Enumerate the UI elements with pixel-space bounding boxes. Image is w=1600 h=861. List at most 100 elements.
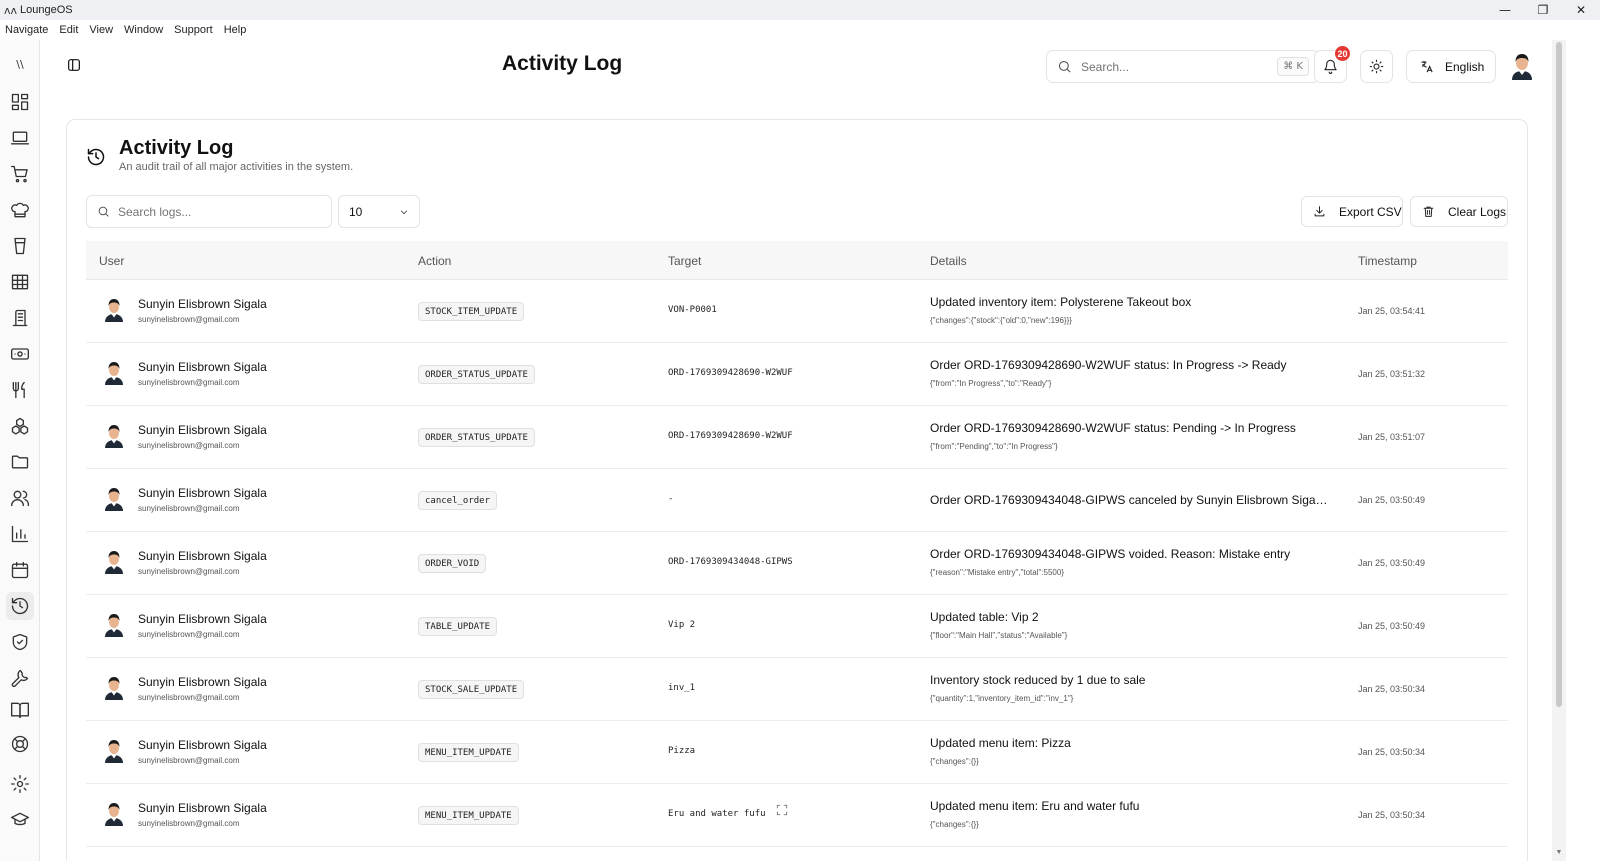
lifebuoy-icon[interactable]: [6, 730, 34, 758]
clear-logs-label: Clear Logs: [1448, 204, 1507, 219]
sidebar: \\: [0, 40, 40, 861]
user-email: sunyinelisbrown@gmail.com: [138, 819, 240, 828]
menu-help[interactable]: Help: [224, 24, 247, 36]
language-button[interactable]: English: [1406, 50, 1496, 83]
table-row[interactable]: Sunyin Elisbrown Sigala sunyinelisbrown@…: [86, 658, 1508, 721]
menu-support[interactable]: Support: [174, 24, 213, 36]
detail-json: {"quantity":1,"inventory_item_id":"inv_1…: [930, 694, 1074, 703]
detail-message: Updated menu item: Eru and water fufu: [930, 799, 1140, 813]
page-size-select[interactable]: 10: [338, 195, 420, 228]
timestamp: Jan 25, 03:50:34: [1358, 810, 1426, 820]
action-badge: ORDER_STATUS_UPDATE: [418, 365, 535, 384]
global-search-input[interactable]: [1081, 59, 1261, 74]
target-value: ORD-1769309428690-W2WUF: [668, 368, 793, 378]
user-email: sunyinelisbrown@gmail.com: [138, 441, 240, 450]
card-subtitle: An audit trail of all major activities i…: [119, 161, 354, 173]
user-email: sunyinelisbrown@gmail.com: [138, 504, 240, 513]
scrollbar-thumb[interactable]: [1556, 42, 1562, 707]
inventory-icon[interactable]: [6, 412, 34, 440]
column-action[interactable]: Action: [418, 254, 451, 268]
column-details[interactable]: Details: [930, 254, 967, 268]
detail-json: {"changes":{"stock":{"old":0,"new":196}}…: [930, 316, 1072, 325]
book-icon[interactable]: [6, 696, 34, 724]
user-name: Sunyin Elisbrown Sigala: [138, 297, 267, 311]
receipt-icon[interactable]: [6, 304, 34, 332]
target-value: -: [668, 494, 674, 504]
user-name: Sunyin Elisbrown Sigala: [138, 423, 267, 437]
user-avatar[interactable]: [1509, 52, 1535, 80]
search-shortcut-badge: ⌘ K: [1277, 57, 1309, 76]
sidebar-collapse-icon[interactable]: \\: [6, 50, 34, 78]
translate-icon: [1421, 60, 1433, 73]
timestamp: Jan 25, 03:51:32: [1358, 369, 1426, 379]
table-row[interactable]: Sunyin Elisbrown Sigala sunyinelisbrown@…: [86, 721, 1508, 784]
payment-icon[interactable]: [6, 340, 34, 368]
wrench-icon[interactable]: [6, 664, 34, 692]
search-icon: [1058, 60, 1071, 73]
user-email: sunyinelisbrown@gmail.com: [138, 315, 240, 324]
maximize-icon[interactable]: ❐: [1524, 0, 1562, 20]
scroll-down-icon[interactable]: ▼: [1554, 849, 1564, 859]
user-email: sunyinelisbrown@gmail.com: [138, 693, 240, 702]
menu-bar: Navigate Edit View Window Support Help: [0, 20, 1600, 40]
menu-edit[interactable]: Edit: [59, 24, 78, 36]
detail-message: Updated table: Vip 2: [930, 610, 1039, 624]
minimize-icon[interactable]: —: [1486, 0, 1524, 20]
user-name: Sunyin Elisbrown Sigala: [138, 612, 267, 626]
table-row[interactable]: Sunyin Elisbrown Sigala sunyinelisbrown@…: [86, 532, 1508, 595]
global-search[interactable]: ⌘ K: [1046, 50, 1320, 83]
table-row[interactable]: Sunyin Elisbrown Sigala sunyinelisbrown@…: [86, 343, 1508, 406]
action-badge: TABLE_UPDATE: [418, 617, 498, 636]
download-icon: [1314, 206, 1325, 217]
column-user[interactable]: User: [99, 254, 124, 268]
table-row[interactable]: Sunyin Elisbrown Sigala sunyinelisbrown@…: [86, 406, 1508, 469]
avatar: [103, 549, 125, 574]
chef-hat-icon[interactable]: [6, 196, 34, 224]
history-icon[interactable]: [6, 592, 34, 620]
table-row[interactable]: Sunyin Elisbrown Sigala sunyinelisbrown@…: [86, 595, 1508, 658]
table-row[interactable]: Sunyin Elisbrown Sigala sunyinelisbrown@…: [86, 784, 1508, 847]
cart-icon[interactable]: [6, 160, 34, 188]
detail-json: {"floor":"Main Hall","status":"Available…: [930, 631, 1068, 640]
action-badge: MENU_ITEM_UPDATE: [418, 743, 519, 762]
users-icon[interactable]: [6, 484, 34, 512]
user-email: sunyinelisbrown@gmail.com: [138, 756, 240, 765]
clear-logs-button[interactable]: Clear Logs: [1410, 196, 1508, 227]
scrollbar[interactable]: ▼: [1552, 40, 1566, 861]
utensils-icon[interactable]: [6, 376, 34, 404]
chart-icon[interactable]: [6, 520, 34, 548]
timestamp: Jan 25, 03:51:07: [1358, 432, 1426, 442]
theme-toggle-button[interactable]: [1360, 50, 1393, 83]
menu-view[interactable]: View: [89, 24, 113, 36]
export-csv-button[interactable]: Export CSV: [1301, 196, 1403, 227]
user-name: Sunyin Elisbrown Sigala: [138, 549, 267, 563]
close-icon[interactable]: ✕: [1562, 0, 1600, 20]
calendar-icon[interactable]: [6, 556, 34, 584]
expand-icon[interactable]: [775, 803, 793, 821]
table-row[interactable]: Sunyin Elisbrown Sigala sunyinelisbrown@…: [86, 469, 1508, 532]
shield-icon[interactable]: [6, 628, 34, 656]
dashboard-icon[interactable]: [6, 88, 34, 116]
card-title: Activity Log: [119, 137, 234, 159]
detail-json: {"from":"In Progress","to":"Ready"}: [930, 379, 1052, 388]
log-search-input[interactable]: [118, 204, 318, 219]
laptop-icon[interactable]: [6, 124, 34, 152]
avatar: [103, 360, 125, 385]
detail-message: Updated menu item: Pizza: [930, 736, 1071, 750]
table-row[interactable]: Sunyin Elisbrown Sigala sunyinelisbrown@…: [86, 280, 1508, 343]
notifications-button[interactable]: 20: [1314, 46, 1350, 83]
column-timestamp[interactable]: Timestamp: [1358, 254, 1417, 268]
timestamp: Jan 25, 03:54:41: [1358, 306, 1426, 316]
table-grid-icon[interactable]: [6, 268, 34, 296]
timestamp: Jan 25, 03:50:34: [1358, 684, 1426, 694]
cup-icon[interactable]: [6, 232, 34, 260]
panel-toggle-icon[interactable]: [66, 57, 84, 75]
graduation-cap-icon[interactable]: [6, 806, 34, 834]
menu-navigate[interactable]: Navigate: [5, 24, 48, 36]
menu-window[interactable]: Window: [124, 24, 163, 36]
timestamp: Jan 25, 03:50:49: [1358, 621, 1426, 631]
log-search[interactable]: [86, 195, 332, 228]
folder-icon[interactable]: [6, 448, 34, 476]
gear-icon[interactable]: [6, 770, 34, 798]
column-target[interactable]: Target: [668, 254, 701, 268]
